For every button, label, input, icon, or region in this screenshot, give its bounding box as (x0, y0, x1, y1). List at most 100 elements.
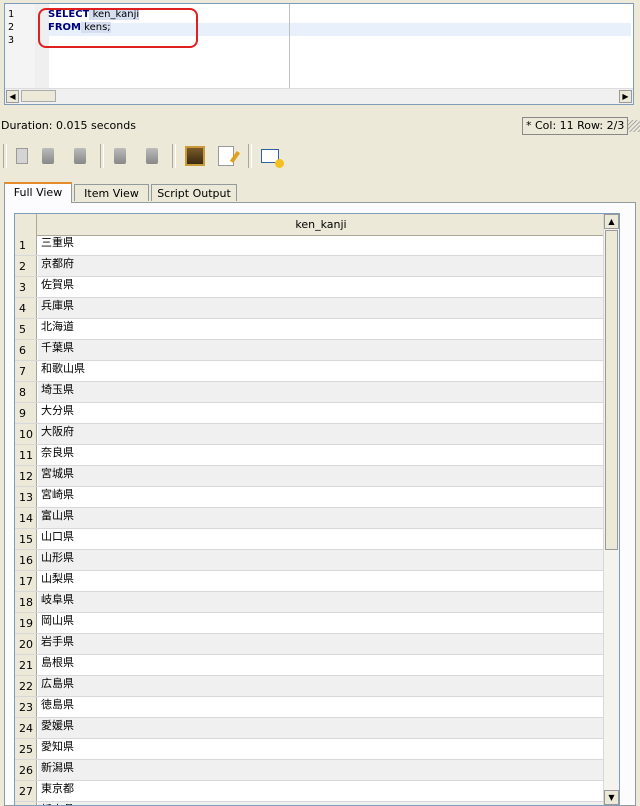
cell-ken-kanji[interactable]: 佐賀県 (38, 277, 605, 297)
cell-ken-kanji[interactable]: 広島県 (38, 676, 605, 696)
cell-ken-kanji[interactable]: 岡山県 (38, 613, 605, 633)
cell-ken-kanji[interactable]: 京都府 (38, 256, 605, 276)
table-row[interactable]: 12 宮城県 (15, 466, 605, 487)
table-row[interactable]: 25 愛知県 (15, 739, 605, 760)
cell-ken-kanji[interactable]: 栃木県 (38, 802, 605, 805)
grid-settings-button[interactable] (258, 144, 284, 168)
cell-ken-kanji[interactable]: 宮城県 (38, 466, 605, 486)
row-number[interactable]: 21 (15, 655, 37, 675)
scroll-thumb[interactable] (21, 90, 56, 102)
cell-ken-kanji[interactable]: 山口県 (38, 529, 605, 549)
row-number[interactable]: 28 (15, 802, 37, 805)
table-row[interactable]: 16 山形県 (15, 550, 605, 571)
horizontal-scrollbar[interactable]: ◀ ▶ (5, 88, 633, 104)
explain-plan-button[interactable] (108, 144, 132, 168)
row-number[interactable]: 12 (15, 466, 37, 486)
table-row[interactable]: 26 新潟県 (15, 760, 605, 781)
row-number[interactable]: 26 (15, 760, 37, 780)
table-row[interactable]: 13 宮崎県 (15, 487, 605, 508)
table-row[interactable]: 17 山梨県 (15, 571, 605, 592)
cell-ken-kanji[interactable]: 埼玉県 (38, 382, 605, 402)
row-number[interactable]: 17 (15, 571, 37, 591)
row-number[interactable]: 22 (15, 676, 37, 696)
table-row[interactable]: 3 佐賀県 (15, 277, 605, 298)
cell-ken-kanji[interactable]: 東京都 (38, 781, 605, 801)
table-row[interactable]: 22 広島県 (15, 676, 605, 697)
scroll-thumb[interactable] (605, 230, 618, 550)
row-number[interactable]: 27 (15, 781, 37, 801)
grid-corner[interactable] (15, 214, 37, 235)
rollback-button[interactable] (68, 144, 92, 168)
scroll-left-arrow-icon[interactable]: ◀ (6, 90, 19, 103)
cell-ken-kanji[interactable]: 千葉県 (38, 340, 605, 360)
row-number[interactable]: 11 (15, 445, 37, 465)
table-row[interactable]: 15 山口県 (15, 529, 605, 550)
row-number[interactable]: 24 (15, 718, 37, 738)
table-row[interactable]: 21 島根県 (15, 655, 605, 676)
row-number[interactable]: 23 (15, 697, 37, 717)
tab-script-output[interactable]: Script Output (151, 184, 237, 201)
table-row[interactable]: 11 奈良県 (15, 445, 605, 466)
clear-button[interactable] (140, 144, 164, 168)
row-number[interactable]: 14 (15, 508, 37, 528)
row-number[interactable]: 5 (15, 319, 37, 339)
cell-ken-kanji[interactable]: 愛知県 (38, 739, 605, 759)
cell-ken-kanji[interactable]: 大分県 (38, 403, 605, 423)
cell-ken-kanji[interactable]: 兵庫県 (38, 298, 605, 318)
row-number[interactable]: 10 (15, 424, 37, 444)
commit-button[interactable] (36, 144, 60, 168)
table-row[interactable]: 4 兵庫県 (15, 298, 605, 319)
row-number[interactable]: 2 (15, 256, 37, 276)
cell-ken-kanji[interactable]: 宮崎県 (38, 487, 605, 507)
row-number[interactable]: 9 (15, 403, 37, 423)
row-number[interactable]: 13 (15, 487, 37, 507)
tab-item-view[interactable]: Item View (74, 184, 149, 201)
cell-ken-kanji[interactable]: 島根県 (38, 655, 605, 675)
table-row[interactable]: 14 富山県 (15, 508, 605, 529)
cell-ken-kanji[interactable]: 奈良県 (38, 445, 605, 465)
table-row[interactable]: 28栃木県 (15, 802, 605, 805)
cell-ken-kanji[interactable]: 三重県 (38, 235, 605, 255)
row-number[interactable]: 4 (15, 298, 37, 318)
table-row[interactable]: 23 徳島県 (15, 697, 605, 718)
row-number[interactable]: 1 (15, 235, 37, 255)
table-row[interactable]: 19 岡山県 (15, 613, 605, 634)
cell-ken-kanji[interactable]: 山形県 (38, 550, 605, 570)
table-row[interactable]: 9 大分県 (15, 403, 605, 424)
row-number[interactable]: 16 (15, 550, 37, 570)
resize-grip-icon[interactable] (628, 120, 640, 132)
table-row[interactable]: 5 北海道 (15, 319, 605, 340)
cell-ken-kanji[interactable]: 和歌山県 (38, 361, 605, 381)
cell-ken-kanji[interactable]: 岐阜県 (38, 592, 605, 612)
cell-ken-kanji[interactable]: 愛媛県 (38, 718, 605, 738)
table-row[interactable]: 8 埼玉県 (15, 382, 605, 403)
sql-editor[interactable]: 1 2 3 SELECT ken_kanji FROM kens; ◀ ▶ (4, 3, 634, 105)
row-number[interactable]: 6 (15, 340, 37, 360)
cell-ken-kanji[interactable]: 富山県 (38, 508, 605, 528)
scroll-down-arrow-icon[interactable]: ▼ (604, 790, 619, 805)
table-row[interactable]: 20 岩手県 (15, 634, 605, 655)
table-row[interactable]: 7 和歌山県 (15, 361, 605, 382)
table-row[interactable]: 1 三重県 (15, 235, 605, 256)
table-row[interactable]: 18 岐阜県 (15, 592, 605, 613)
vertical-scrollbar[interactable]: ▲ ▼ (603, 214, 619, 805)
row-number[interactable]: 25 (15, 739, 37, 759)
row-number[interactable]: 20 (15, 634, 37, 654)
table-row[interactable]: 6 千葉県 (15, 340, 605, 361)
cell-ken-kanji[interactable]: 徳島県 (38, 697, 605, 717)
table-row[interactable]: 2 京都府 (15, 256, 605, 277)
tab-full-view[interactable]: Full View (4, 182, 72, 203)
row-number[interactable]: 15 (15, 529, 37, 549)
row-number[interactable]: 18 (15, 592, 37, 612)
cell-ken-kanji[interactable]: 北海道 (38, 319, 605, 339)
table-row[interactable]: 10 大阪府 (15, 424, 605, 445)
image-button[interactable] (183, 144, 207, 168)
run-statement-button[interactable] (10, 144, 34, 168)
row-number[interactable]: 7 (15, 361, 37, 381)
cell-ken-kanji[interactable]: 大阪府 (38, 424, 605, 444)
scroll-up-arrow-icon[interactable]: ▲ (604, 214, 619, 229)
table-row[interactable]: 24 愛媛県 (15, 718, 605, 739)
scroll-right-arrow-icon[interactable]: ▶ (619, 90, 632, 103)
row-number[interactable]: 19 (15, 613, 37, 633)
cell-ken-kanji[interactable]: 山梨県 (38, 571, 605, 591)
